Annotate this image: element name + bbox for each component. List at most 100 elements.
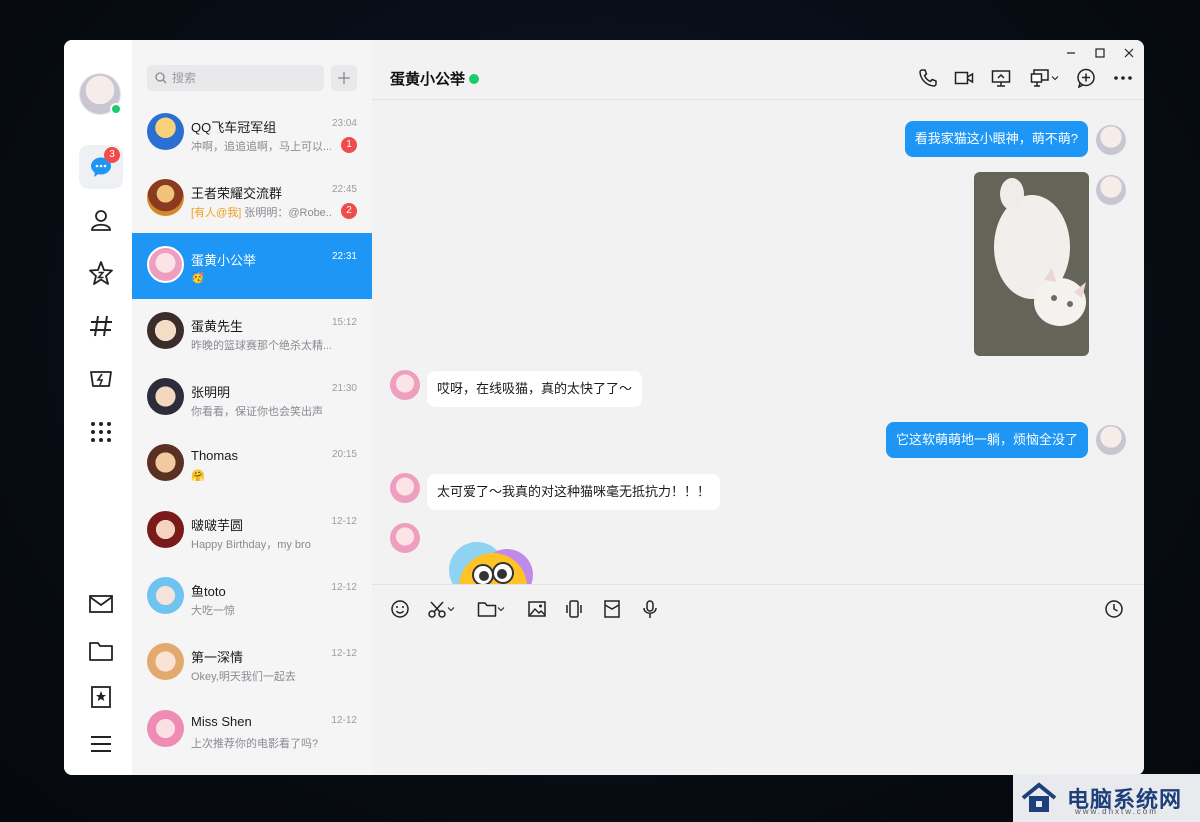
emoji-button[interactable] [390,597,420,621]
house-logo-icon [1021,782,1057,812]
conversation-time: 12-12 [331,515,357,527]
chat-title: 蛋黄小公举 [390,71,466,88]
red-packet-button[interactable] [602,597,632,621]
games-icon [90,371,112,387]
nav-files[interactable] [79,629,123,673]
remote-assist-button[interactable] [1028,66,1060,90]
menu-icon [91,736,111,752]
conversation-name: Thomas [191,448,238,464]
conversation-item[interactable]: 张明明 21:30 你看看，保证你也会笑出声 [132,365,372,431]
nav-bookmarks[interactable] [79,675,123,719]
chat-header: 蛋黄小公举 [372,40,1144,100]
conversation-name: 鱼toto [191,584,226,600]
search-icon [155,72,167,84]
cat-photo[interactable] [974,172,1089,356]
nav-contacts[interactable] [79,198,123,242]
conversation-item[interactable]: Miss Shen 12-12 上次推荐你的电影看了吗? [132,697,372,763]
screenshot-button[interactable] [427,597,457,621]
voice-call-button[interactable] [916,66,940,90]
plus-icon [338,72,350,84]
close-icon [1124,48,1134,58]
preview-text: 张明明：@Robe... [241,207,331,220]
conversation-time: 12-12 [331,714,357,726]
conversation-item[interactable]: 蛋黄先生 15:12 昨晚的篮球赛那个绝杀太精... [132,299,372,365]
video-icon [954,71,974,85]
nav-games[interactable] [79,357,123,401]
add-button[interactable] [331,65,357,91]
message-bubble-sent: 它这软萌萌地一躺，烦恼全没了 [885,422,1088,458]
conversation-item[interactable]: QQ飞车冠军组 23:04 冲啊，追追追啊，马上可以... 1 [132,100,372,166]
history-icon [1105,600,1123,618]
online-status-dot [469,74,479,84]
emoji-sticker [449,542,533,584]
file-icon [477,602,497,617]
my-avatar[interactable] [1096,125,1126,155]
image-icon [528,601,546,617]
conversation-time: 23:04 [331,118,357,129]
close-button[interactable] [1120,46,1138,60]
conversation-item[interactable]: Thomas 20:15 🤗 [132,431,372,497]
conversation-name: 蛋黄先生 [191,318,244,334]
folder-icon [89,642,113,661]
contact-avatar[interactable] [390,473,420,503]
avatar [147,577,184,615]
shake-button[interactable] [564,597,594,621]
conversation-time: 21:30 [331,383,357,395]
add-member-button[interactable] [1074,66,1098,90]
minimize-button[interactable] [1062,46,1080,60]
contact-avatar[interactable] [390,370,420,400]
search-input[interactable] [172,71,322,85]
history-button[interactable] [1104,597,1134,621]
conversation-preview: 🤗 [191,470,205,483]
conversation-preview: 冲啊，追追追啊，马上可以... [191,141,331,153]
conversation-list: QQ飞车冠军组 23:04 冲啊，追追追啊，马上可以... 1 王者荣耀交流群 … [132,100,372,763]
channel-icon [90,315,112,337]
contacts-icon [91,210,111,231]
nav-mail[interactable] [79,582,123,626]
maximize-icon [1095,48,1105,58]
conversation-name: Miss Shen [191,713,252,729]
conversation-time: 12-12 [331,648,357,660]
nav-favorites-z[interactable] [79,251,123,295]
conversation-time: 12-12 [331,582,357,594]
send-file-button[interactable] [477,597,507,621]
conversation-name: 第一深情 [191,650,244,666]
conversation-item[interactable]: 鱼toto 12-12 大吃一惊 [132,564,372,630]
avatar [147,510,184,548]
more-button[interactable] [1111,66,1135,90]
conversation-item[interactable]: 王者荣耀交流群 22:45 [有人@我] 张明明：@Robe... 2 [132,166,372,232]
my-avatar[interactable] [1096,175,1126,205]
conversation-time: 22:45 [331,184,357,196]
my-avatar[interactable] [79,73,122,115]
nav-chats[interactable]: 3 [79,145,123,189]
video-call-button[interactable] [952,66,976,90]
nav-menu[interactable] [79,722,123,766]
maximize-button[interactable] [1091,46,1109,60]
chevron-down-icon [447,607,455,612]
send-image-button[interactable] [527,597,557,621]
nav-channels[interactable] [79,304,123,348]
conversation-item[interactable]: 第一深情 12-12 Okey,明天我们一起去 [132,630,372,696]
sticker-message[interactable] [437,535,542,584]
conversation-item[interactable]: 啵啵芋圆 12-12 Happy Birthday，my bro [132,498,372,564]
unread-badge: 3 [104,147,120,163]
my-avatar[interactable] [1096,425,1126,455]
conversation-item-selected[interactable]: 蛋黄小公举 22:31 🥳 [132,232,372,299]
conversation-preview: Happy Birthday，my bro [191,538,311,551]
session-list-panel: QQ飞车冠军组 23:04 冲啊，追追追啊，马上可以... 1 王者荣耀交流群 … [132,40,372,775]
avatar [147,245,184,283]
favorites-icon [91,686,111,708]
conversation-name: 啵啵芋圆 [191,517,244,533]
add-icon [1077,68,1095,88]
apps-grid-icon [91,422,111,442]
search-box[interactable] [147,65,324,91]
qq-window: 3 搜索 QQ飞车冠军组 23:04 冲啊，追追追啊，马上可以... 1 王者荣… [64,40,1144,775]
avatar [147,378,184,416]
conversation-time: 20:15 [331,449,357,461]
voice-message-button[interactable] [640,597,670,621]
screen-share-button[interactable] [989,66,1013,90]
online-status-dot [110,103,122,115]
nav-apps[interactable] [79,410,123,454]
contact-avatar[interactable] [390,523,420,553]
conversation-preview: 昨晚的篮球赛那个绝杀太精... [191,339,331,352]
